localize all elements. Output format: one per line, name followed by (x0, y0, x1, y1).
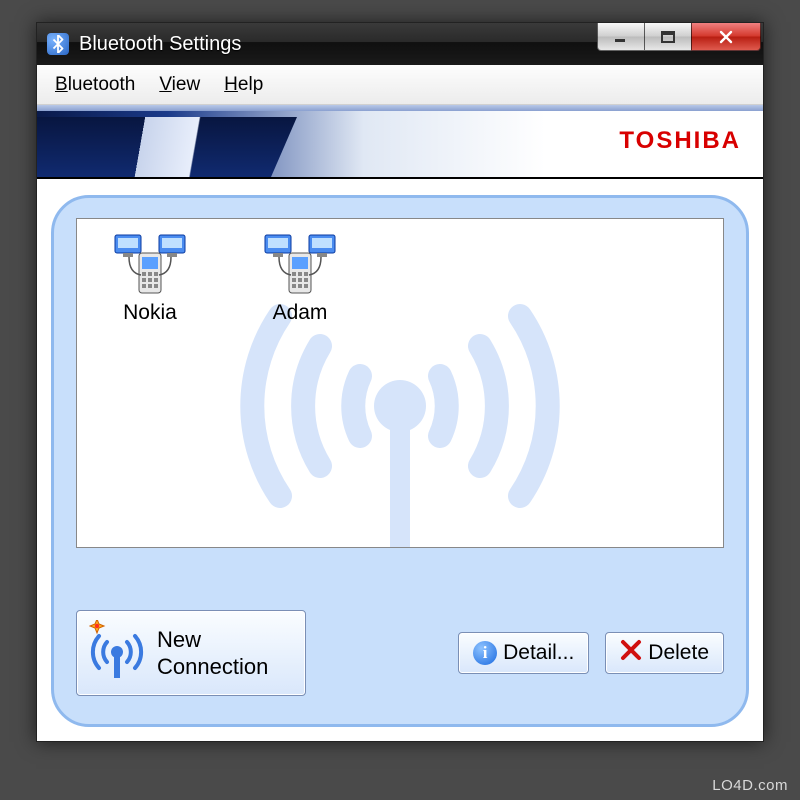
delete-button[interactable]: Delete (605, 632, 724, 674)
brand-banner: TOSHIBA (37, 105, 763, 179)
new-connection-label: NewConnection (157, 626, 268, 681)
button-row: NewConnection i Detail... Delete (76, 610, 724, 696)
detail-label: Detail... (503, 641, 574, 665)
laptop-graphic (37, 117, 297, 177)
info-icon: i (473, 641, 497, 665)
main-panel: Nokia (51, 195, 749, 727)
app-window: Bluetooth Settings Bluetooth View Help T… (36, 22, 764, 742)
menubar: Bluetooth View Help (37, 65, 763, 105)
brand-label: TOSHIBA (619, 127, 741, 155)
new-connection-button[interactable]: NewConnection (76, 610, 306, 696)
phone-network-icon (111, 233, 189, 297)
device-item[interactable]: Nokia (95, 233, 205, 325)
menu-help[interactable]: Help (212, 70, 275, 100)
antenna-spark-icon (89, 620, 145, 686)
window-title: Bluetooth Settings (79, 33, 241, 56)
detail-button[interactable]: i Detail... (458, 632, 589, 674)
menu-bluetooth[interactable]: Bluetooth (43, 70, 147, 100)
window-controls (598, 23, 761, 51)
delete-x-icon (620, 639, 642, 667)
device-label: Nokia (123, 301, 177, 325)
device-label: Adam (273, 301, 328, 325)
bluetooth-icon (47, 33, 69, 55)
delete-label: Delete (648, 641, 709, 665)
close-button[interactable] (691, 23, 761, 51)
menu-view[interactable]: View (147, 70, 212, 100)
titlebar[interactable]: Bluetooth Settings (37, 23, 763, 65)
page-watermark: LO4D.com (712, 777, 788, 794)
device-item[interactable]: Adam (245, 233, 355, 325)
minimize-button[interactable] (597, 23, 645, 51)
phone-network-icon (261, 233, 339, 297)
maximize-button[interactable] (644, 23, 692, 51)
device-list[interactable]: Nokia (76, 218, 724, 548)
